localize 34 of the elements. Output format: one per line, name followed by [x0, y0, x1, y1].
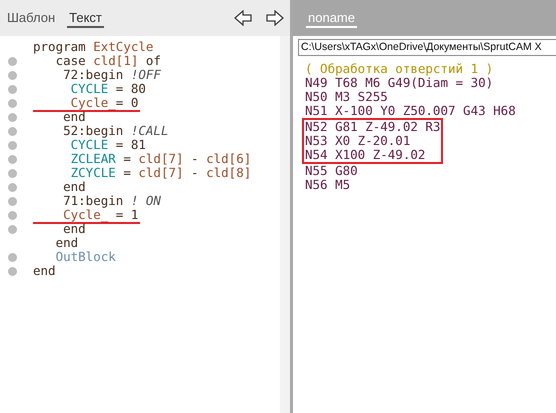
left-arrow-icon — [234, 10, 252, 26]
right-arrow-icon — [266, 10, 284, 26]
code-line: N53 X0 Z-20.01 — [305, 134, 412, 148]
code-line: ZCLEAR = cld[7] - cld[6] — [70, 152, 252, 168]
code-line: Cycle_ = 1 — [33, 208, 140, 224]
code-line: N52 G81 Z-49.02 R3 — [305, 120, 440, 134]
code-line: N54 X100 Z-49.02 — [305, 148, 426, 162]
scrollbar-track[interactable] — [280, 36, 290, 413]
code-line: end — [33, 264, 57, 280]
back-button[interactable] — [232, 7, 254, 29]
forward-button[interactable] — [264, 7, 286, 29]
code-line: CYCLE = 80 — [70, 82, 147, 98]
code-line: end — [62, 222, 86, 238]
code-line: 72:begin !OFF — [62, 68, 162, 84]
code-line: end — [54, 236, 80, 252]
code-line: CYCLE = 81 — [70, 138, 147, 154]
code-line: N55 G80 — [305, 164, 358, 178]
tab[interactable]: Шаблон — [5, 8, 58, 28]
file-path-field[interactable]: C:\Users\xTAGx\OneDrive\Документы\SprutCAM X — [298, 39, 556, 56]
code-line: OutBlock — [54, 250, 117, 266]
code-line: ( Обработка отверстий 1 ) — [305, 62, 494, 76]
code-line: N49 T68 M6 G49(Diam = 30) — [305, 76, 494, 90]
code-line: ZCYCLE = cld[7] - cld[8] — [70, 166, 252, 182]
code-line: N51 X-100 Y0 Z50.007 G43 H68 — [305, 104, 516, 118]
code-line: N56 M5 — [305, 178, 352, 192]
tab[interactable]: Текст — [67, 8, 104, 28]
code-line: end — [62, 110, 86, 126]
code-line: end — [62, 180, 87, 196]
code-line: Cycle_= 0 — [33, 96, 140, 112]
code-line: N50 M3 S255 — [305, 90, 389, 104]
code-line: case cld[1] of — [56, 54, 162, 70]
code-line: 52:begin !CALL — [62, 124, 170, 140]
code-line: program ExtCycle — [33, 40, 154, 56]
code-line: 71:begin ! ON — [62, 194, 162, 210]
